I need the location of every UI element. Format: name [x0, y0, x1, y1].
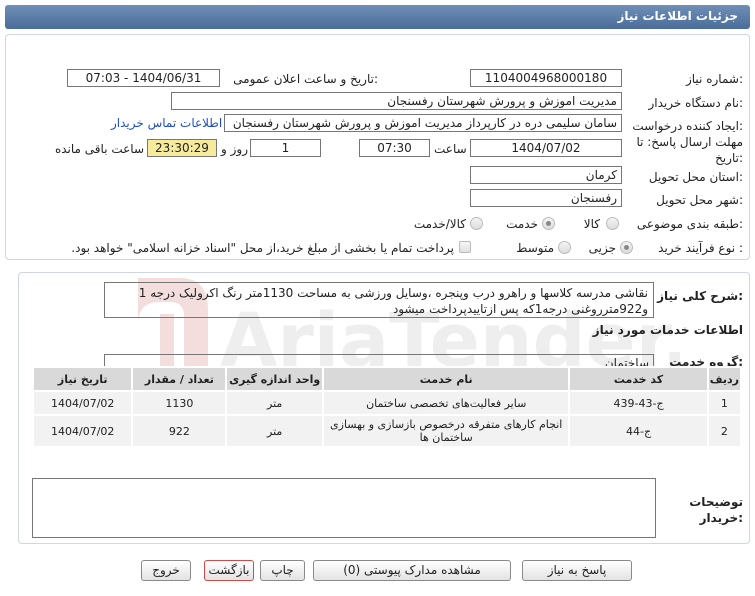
category-option-goods: کالا: [583, 217, 600, 231]
province-label: استان محل تحویل:: [648, 170, 743, 184]
process-option-medium: متوسط: [516, 241, 554, 255]
city-field[interactable]: رفسنجان: [470, 189, 622, 207]
announce-datetime-label: تاریخ و ساعت اعلان عمومی:: [233, 72, 378, 86]
cell-need-date: 1404/07/02: [31, 414, 134, 448]
remaining-time-field: 23:30:29: [147, 139, 217, 157]
services-table-header: تاریخ نیاز تعداد / مقدار واحد اندازه گیر…: [31, 366, 743, 392]
category-radio-goods-service[interactable]: [470, 217, 483, 230]
cell-need-date: 1404/07/02: [31, 390, 134, 416]
deadline-time-label: ساعت: [434, 142, 467, 156]
col-service-code: کد خدمت: [568, 366, 709, 392]
creator-label: ایجاد کننده درخواست:: [632, 119, 743, 133]
col-row-number: ردیف: [706, 366, 743, 392]
category-radio-service[interactable]: [542, 217, 555, 230]
page-header: جزئیات اطلاعات نیاز: [5, 5, 750, 29]
cell-unit: متر: [225, 390, 325, 416]
col-service-name: نام خدمت: [322, 366, 571, 392]
description-label: شرح کلی نیاز:: [657, 289, 743, 303]
process-radio-minor[interactable]: [620, 241, 633, 254]
announce-datetime-field[interactable]: 1404/06/31 - 07:03: [67, 69, 220, 87]
remaining-time-label: ساعت باقی مانده: [54, 142, 144, 156]
buyer-org-field[interactable]: مدیریت اموزش و پرورش شهرستان رفسنجان: [171, 92, 622, 110]
category-radio-goods[interactable]: [606, 217, 619, 230]
cell-service-name: انجام کارهای متفرقه درخصوص بازسازی و بهس…: [322, 414, 571, 448]
view-attachments-button[interactable]: مشاهده مدارک پیوستی (0): [313, 560, 511, 581]
category-option-goods-service: کالا/خدمت: [413, 217, 466, 231]
deadline-date-field[interactable]: 1404/07/02: [470, 139, 622, 157]
reply-button[interactable]: پاسخ به نیاز: [522, 560, 632, 581]
buyer-contact-link[interactable]: اطلاعات تماس خریدار: [111, 116, 222, 130]
need-number-label: شماره نیاز:: [685, 72, 743, 86]
cell-quantity: 922: [131, 414, 228, 448]
services-table: تاریخ نیاز تعداد / مقدار واحد اندازه گیر…: [31, 366, 743, 448]
cell-unit: متر: [225, 414, 325, 448]
exit-button[interactable]: خروج: [141, 560, 191, 581]
cell-service-code: ج-43-439: [568, 390, 709, 416]
province-field[interactable]: کرمان: [470, 166, 622, 184]
deadline-time-field[interactable]: 07:30: [359, 139, 430, 157]
cell-service-code: ج-44: [568, 414, 709, 448]
deadline-label: مهلت ارسال پاسخ: تا تاریخ:: [636, 135, 743, 165]
back-button[interactable]: بازگشت: [204, 560, 254, 581]
category-label: طبقه بندی موضوعی:: [636, 217, 743, 231]
col-quantity: تعداد / مقدار: [131, 366, 228, 392]
cell-service-name: سایر فعالیت‌های تخصصی ساختمان: [322, 390, 571, 416]
print-button[interactable]: چاپ: [260, 560, 305, 581]
process-type-label: نوع فرآیند خرید :: [658, 241, 743, 255]
table-row[interactable]: 1404/07/02 922 متر انجام کارهای متفرقه د…: [31, 414, 743, 448]
col-unit: واحد اندازه گیری: [225, 366, 325, 392]
city-label: شهر محل تحویل:: [656, 193, 743, 207]
buyer-notes-label: توضیحات خریدار:: [689, 495, 743, 525]
creator-field[interactable]: سامان سلیمی دره در کارپرداز مدیریت اموزش…: [224, 114, 622, 132]
table-row[interactable]: 1404/07/02 1130 متر سایر فعالیت‌های تخصص…: [31, 390, 743, 416]
services-section-title: اطلاعات خدمات مورد نیاز: [592, 323, 743, 337]
need-number-field[interactable]: 1104004968000180: [470, 69, 622, 87]
treasury-payment-note: پرداخت تمام یا بخشی از مبلغ خرید،از محل …: [71, 241, 454, 255]
cell-quantity: 1130: [131, 390, 228, 416]
buyer-org-label: نام دستگاه خریدار:: [648, 96, 744, 110]
process-radio-medium[interactable]: [558, 241, 571, 254]
treasury-payment-checkbox[interactable]: [459, 241, 471, 253]
description-textarea[interactable]: نقاشی مدرسه کلاسها و راهرو درب وپنجره ،و…: [104, 282, 654, 318]
days-label: روز و: [221, 142, 248, 156]
buyer-notes-textarea[interactable]: [32, 478, 656, 538]
cell-row-number: 1: [706, 390, 743, 416]
days-remaining-field[interactable]: 1: [250, 139, 321, 157]
col-need-date: تاریخ نیاز: [31, 366, 134, 392]
category-option-service: خدمت: [506, 217, 538, 231]
process-option-minor: جزیی: [588, 241, 616, 255]
cell-row-number: 2: [706, 414, 743, 448]
